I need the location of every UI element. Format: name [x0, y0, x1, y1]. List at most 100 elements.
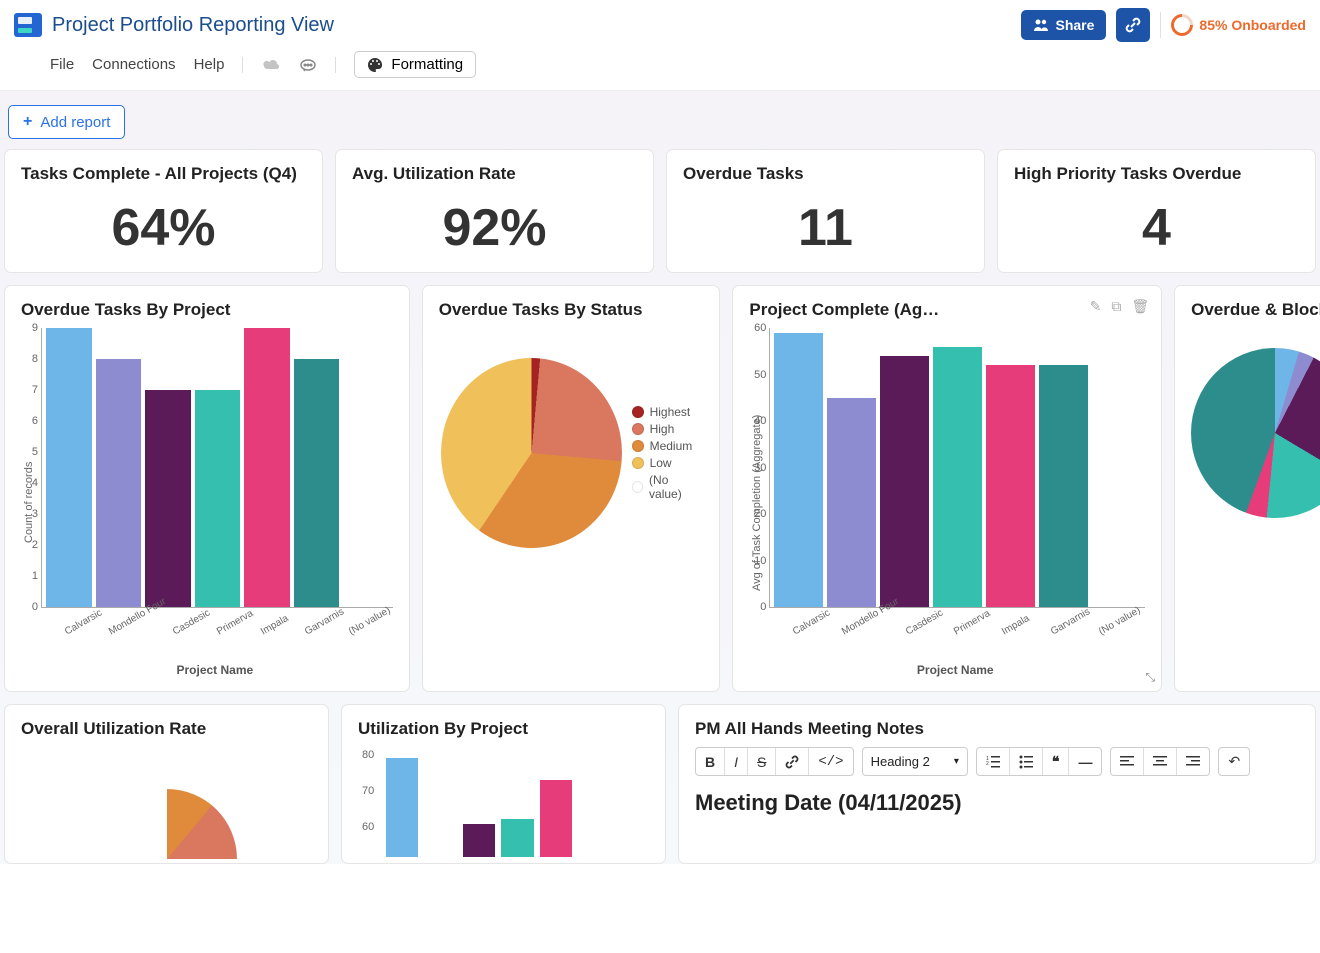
- onboarding-status[interactable]: 85% Onboarded: [1171, 14, 1306, 36]
- formatting-button[interactable]: Formatting: [354, 51, 476, 78]
- chart-title: Utilization By Project: [358, 719, 649, 739]
- onboarding-label: 85% Onboarded: [1199, 17, 1306, 33]
- ordered-list-button[interactable]: 12: [977, 748, 1010, 775]
- x-tick-label: Impala: [259, 606, 303, 637]
- chart-utilization-by-project[interactable]: Utilization By Project 80 70 60: [341, 704, 666, 864]
- metric-tasks-complete[interactable]: Tasks Complete - All Projects (Q4) 64%: [4, 149, 323, 273]
- align-right-icon: [1186, 756, 1200, 768]
- chart-overall-utilization[interactable]: Overall Utilization Rate: [4, 704, 329, 864]
- undo-button[interactable]: ↶: [1219, 748, 1249, 775]
- app-logo-icon: [14, 13, 42, 37]
- x-tick-label: (No value): [347, 605, 392, 638]
- document-title[interactable]: Project Portfolio Reporting View: [52, 14, 334, 37]
- align-right-button[interactable]: [1177, 748, 1209, 775]
- progress-ring-icon: [1167, 9, 1198, 40]
- menu-file[interactable]: File: [50, 56, 74, 73]
- y-axis-label: Count of records: [21, 328, 37, 677]
- x-axis-label: Project Name: [765, 663, 1145, 677]
- expand-icon[interactable]: ⤡: [1146, 670, 1156, 685]
- y-tick: 60: [362, 821, 374, 833]
- link-button[interactable]: [1116, 8, 1150, 42]
- add-report-button[interactable]: + Add report: [8, 105, 125, 139]
- legend-item: (No value): [649, 473, 701, 501]
- chart-overdue-blocked[interactable]: Overdue & Blocked Tasks Calvarsic Mondel…: [1174, 285, 1320, 692]
- pie-chart: [1191, 348, 1320, 518]
- menu-help[interactable]: Help: [194, 56, 225, 73]
- metric-title: Overdue Tasks: [683, 164, 968, 184]
- legend: Highest High Medium Low (No value): [632, 402, 702, 504]
- bar: [827, 398, 876, 607]
- meeting-date-heading[interactable]: Meeting Date (04/11/2025): [695, 790, 1299, 816]
- palette-icon: [367, 57, 383, 73]
- link-icon: [785, 755, 799, 769]
- bar: [540, 780, 572, 857]
- share-button[interactable]: Share: [1021, 10, 1106, 40]
- metric-high-priority-overdue[interactable]: High Priority Tasks Overdue 4: [997, 149, 1316, 273]
- code-button[interactable]: </>: [809, 748, 852, 775]
- row-3: Overall Utilization Rate Utilization By …: [2, 692, 1318, 864]
- chart-title: Project Complete (Agg…: [749, 300, 949, 320]
- chart-project-complete[interactable]: ✎ ⧉ 🗑 Project Complete (Agg… Avg of Task…: [732, 285, 1162, 692]
- x-tick-label: (No value): [1097, 604, 1144, 638]
- bullet-list-button[interactable]: [1010, 748, 1043, 775]
- legend-item: Highest: [650, 405, 691, 419]
- align-left-button[interactable]: [1111, 748, 1144, 775]
- app-header: Project Portfolio Reporting View Share 8…: [0, 0, 1320, 43]
- chevron-down-icon: ▾: [954, 756, 959, 767]
- y-tick: 5: [20, 446, 38, 458]
- chart-overdue-by-status[interactable]: Overdue Tasks By Status Highest High Med…: [422, 285, 721, 692]
- separator: [242, 57, 243, 73]
- bar: [145, 390, 191, 607]
- insert-link-button[interactable]: [776, 748, 809, 775]
- bar: [96, 359, 142, 607]
- chart-overdue-by-project[interactable]: Overdue Tasks By Project Count of record…: [4, 285, 410, 692]
- x-tick-label: Primerva: [215, 606, 259, 637]
- y-tick: 0: [748, 601, 766, 613]
- italic-button[interactable]: I: [725, 748, 748, 775]
- meeting-notes-card[interactable]: PM All Hands Meeting Notes B I S </> Hea…: [678, 704, 1316, 864]
- blockquote-button[interactable]: ❝: [1043, 748, 1070, 775]
- delete-icon[interactable]: 🗑: [1131, 298, 1149, 315]
- bar: [1039, 365, 1088, 607]
- y-tick: 4: [20, 477, 38, 489]
- heading-select[interactable]: Heading 2 ▾: [862, 747, 968, 776]
- comment-icon[interactable]: [299, 56, 317, 74]
- horizontal-rule-button[interactable]: —: [1069, 748, 1101, 775]
- duplicate-icon[interactable]: ⧉: [1111, 298, 1121, 315]
- metric-utilization[interactable]: Avg. Utilization Rate 92%: [335, 149, 654, 273]
- align-left-icon: [1120, 756, 1134, 768]
- legend-item: Low: [650, 456, 672, 470]
- link-icon: [1125, 17, 1141, 33]
- chart-title: Overall Utilization Rate: [21, 719, 312, 739]
- metric-title: Avg. Utilization Rate: [352, 164, 637, 184]
- y-tick: 9: [20, 322, 38, 334]
- edit-icon[interactable]: ✎: [1090, 298, 1102, 315]
- formatting-label: Formatting: [391, 56, 463, 73]
- align-center-button[interactable]: [1144, 748, 1177, 775]
- pie-chart-partial: [97, 789, 237, 864]
- y-tick: 30: [748, 462, 766, 474]
- y-tick: 6: [20, 415, 38, 427]
- x-axis-label: Project Name: [37, 663, 393, 677]
- separator: [335, 57, 336, 73]
- add-report-label: Add report: [40, 114, 110, 131]
- menu-connections[interactable]: Connections: [92, 56, 175, 73]
- metric-value: 64%: [21, 198, 306, 258]
- metric-value: 4: [1014, 198, 1299, 258]
- y-tick: 1: [20, 570, 38, 582]
- cloud-sync-icon[interactable]: [261, 57, 281, 73]
- rich-text-toolbar: B I S </> Heading 2 ▾ 12 ❝ —: [695, 747, 1299, 776]
- heading-select-value: Heading 2: [871, 754, 930, 769]
- menubar: File Connections Help Formatting: [0, 43, 1320, 91]
- y-tick: 40: [748, 415, 766, 427]
- x-tick-label: Impala: [1000, 604, 1047, 638]
- strikethrough-button[interactable]: S: [748, 748, 776, 775]
- x-tick-label: Garvarnis: [1049, 604, 1096, 638]
- metric-value: 11: [683, 198, 968, 258]
- y-tick: 50: [748, 369, 766, 381]
- chart-title: Overdue Tasks By Status: [439, 300, 704, 320]
- metric-overdue-tasks[interactable]: Overdue Tasks 11: [666, 149, 985, 273]
- bold-button[interactable]: B: [696, 748, 725, 775]
- people-icon: [1033, 18, 1049, 32]
- x-tick-label: Casdesic: [171, 606, 215, 637]
